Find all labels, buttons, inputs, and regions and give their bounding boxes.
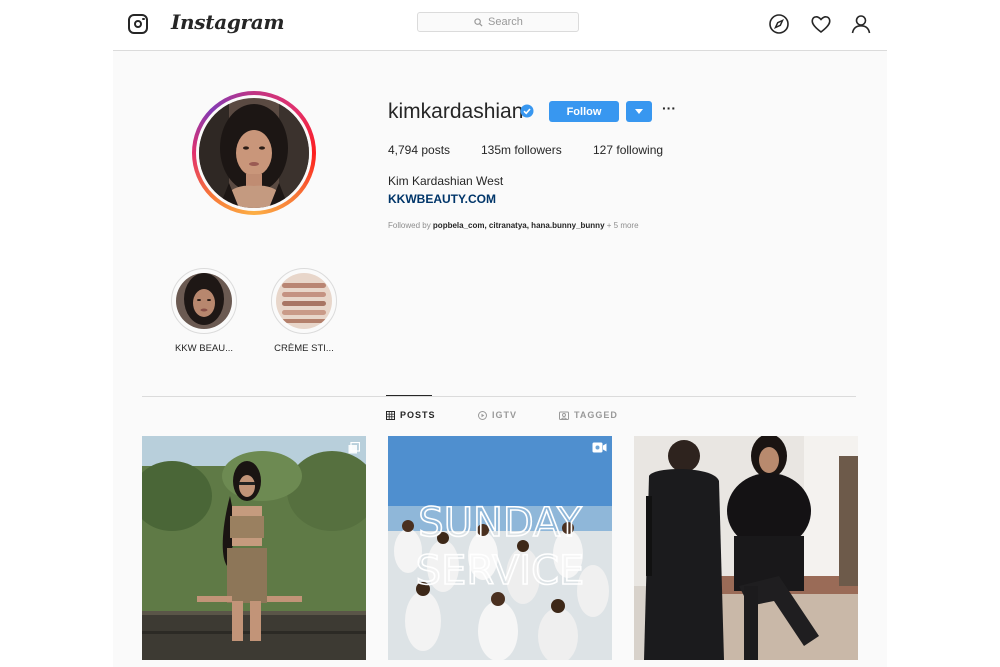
tab-tagged[interactable]: TAGGED	[559, 410, 618, 420]
highlight-creme-stick[interactable]	[271, 268, 337, 334]
instagram-camera-icon[interactable]	[128, 14, 148, 34]
verified-badge-icon	[520, 104, 534, 118]
profile-username: kimkardashian	[388, 100, 524, 123]
instagram-wordmark[interactable]: Instagram	[171, 10, 285, 34]
top-nav-bar: Instagram Search	[113, 0, 887, 51]
search-input[interactable]: Search	[417, 12, 579, 32]
post-thumbnail-3[interactable]	[634, 436, 858, 660]
tagged-icon	[559, 411, 569, 420]
active-tab-indicator	[386, 395, 432, 396]
tabs-divider	[142, 396, 856, 397]
post-thumbnail-1[interactable]	[142, 436, 366, 660]
follow-button[interactable]: Follow	[549, 101, 619, 122]
highlight-kkw-beauty[interactable]	[171, 268, 237, 334]
more-options-button[interactable]: ···	[662, 100, 676, 116]
following-count[interactable]: 127 following	[593, 143, 663, 157]
post-thumbnail-2[interactable]: SUNDAY SERVICE	[388, 436, 612, 660]
highlight-label: CRÈME STI...	[274, 343, 334, 354]
tab-posts[interactable]: POSTS	[386, 410, 436, 420]
compass-icon[interactable]	[768, 13, 790, 35]
post-photo-couple	[634, 436, 858, 660]
suggested-dropdown-button[interactable]	[626, 101, 652, 122]
followed-by-names: popbela_com, citranatya, hana.bunny_bunn…	[432, 221, 605, 230]
post-photo-jungle	[142, 436, 366, 660]
search-icon	[474, 18, 483, 27]
highlight-label: KKW BEAU...	[174, 343, 234, 354]
followed-by-more: + 5 more	[606, 221, 639, 230]
story-ring[interactable]	[192, 91, 316, 215]
bio-link[interactable]: KKWBEAUTY.COM	[388, 192, 496, 206]
profile-avatar[interactable]	[199, 98, 309, 208]
post-caption-line2: SERVICE	[416, 548, 585, 594]
search-placeholder: Search	[488, 16, 523, 28]
avatar-photo	[199, 98, 309, 208]
posts-count: 4,794 posts	[388, 143, 451, 157]
tab-igtv[interactable]: IGTV	[478, 410, 517, 420]
heart-icon[interactable]	[810, 13, 832, 35]
profile-icon[interactable]	[850, 13, 872, 35]
multiple-photos-icon	[348, 442, 360, 454]
highlight-cover-face	[176, 273, 232, 329]
grid-icon	[386, 410, 395, 420]
post-caption-line1: SUNDAY	[418, 500, 582, 546]
profile-full-name: Kim Kardashian West	[388, 174, 504, 188]
post-photo-sunday-service: SUNDAY SERVICE	[388, 436, 612, 660]
followed-by-text[interactable]: Followed by popbela_com, citranatya, han…	[388, 221, 639, 230]
highlight-cover-lipsticks	[276, 273, 332, 329]
igtv-icon	[478, 410, 487, 420]
followers-count[interactable]: 135m followers	[481, 143, 562, 157]
video-icon	[592, 442, 607, 453]
